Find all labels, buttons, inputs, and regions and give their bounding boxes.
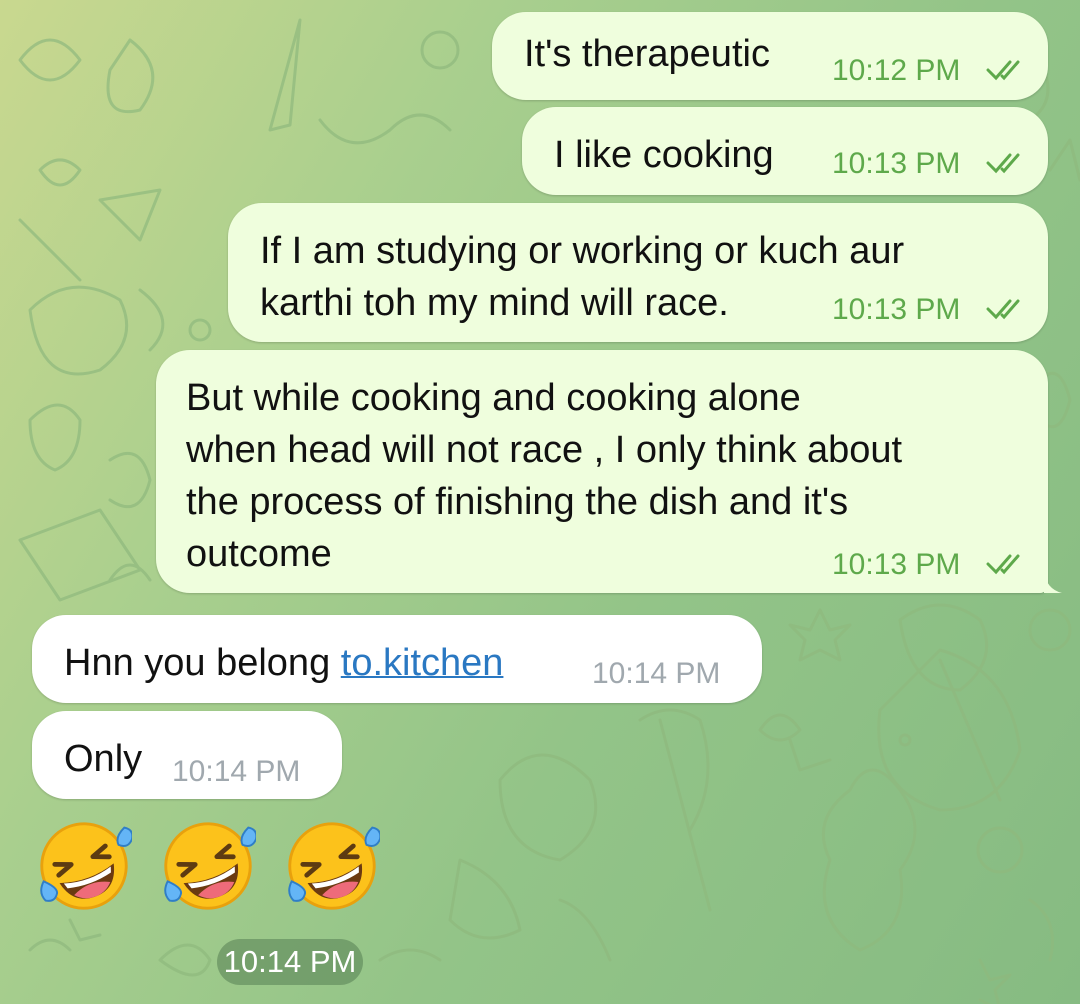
outgoing-message-bubble[interactable]: But while cooking and cooking alone when… [156, 350, 1048, 593]
rolling-on-floor-laughing-emoji [288, 822, 380, 910]
message-text-line: If I am studying or working or kuch aur [260, 230, 905, 272]
message-text: It's therapeutic [524, 33, 770, 75]
outgoing-message-bubble[interactable]: It's therapeutic 10:12 PM [492, 12, 1048, 100]
outgoing-bubble-tail [1044, 571, 1062, 593]
message-time: 10:14 PM [172, 755, 301, 788]
message-time: 10:13 PM [832, 147, 961, 180]
incoming-message-bubble[interactable]: Hnn you belong to.kitchen 10:14 PM [32, 615, 762, 703]
message-text: Hnn you belong to.kitchen [64, 637, 503, 689]
message-text-prefix: Hnn you belong [64, 642, 341, 684]
outgoing-message-bubble[interactable]: I like cooking 10:13 PM [522, 107, 1048, 195]
rolling-on-floor-laughing-emoji [164, 822, 256, 910]
message-time: 10:14 PM [592, 657, 721, 690]
outgoing-message-bubble[interactable]: If I am studying or working or kuch aur … [228, 203, 1048, 342]
message-text-line: the process of finishing the dish and it… [186, 481, 849, 523]
message-time: 10:12 PM [832, 54, 961, 87]
message-text: Only [64, 738, 143, 780]
message-time: 10:14 PM [217, 939, 363, 985]
message-text-line: when head will not race , I only think a… [186, 429, 903, 471]
read-double-check-icon [986, 299, 1020, 320]
message-text: I like cooking [554, 134, 774, 176]
rolling-on-floor-laughing-emoji [40, 822, 132, 910]
message-text-line: outcome [186, 533, 332, 575]
read-double-check-icon [986, 60, 1020, 81]
read-double-check-icon [986, 554, 1020, 575]
message-text-line: But while cooking and cooking alone [186, 377, 801, 419]
message-time: 10:13 PM [832, 548, 961, 581]
read-double-check-icon [986, 153, 1020, 174]
message-link[interactable]: to.kitchen [341, 642, 504, 684]
message-text-line: karthi toh my mind will race. [260, 282, 729, 324]
chat-messages: It's therapeutic 10:12 PM I like cooking… [0, 0, 1080, 1004]
incoming-message-bubble[interactable]: Only 10:14 PM [32, 711, 342, 799]
message-time: 10:13 PM [832, 293, 961, 326]
